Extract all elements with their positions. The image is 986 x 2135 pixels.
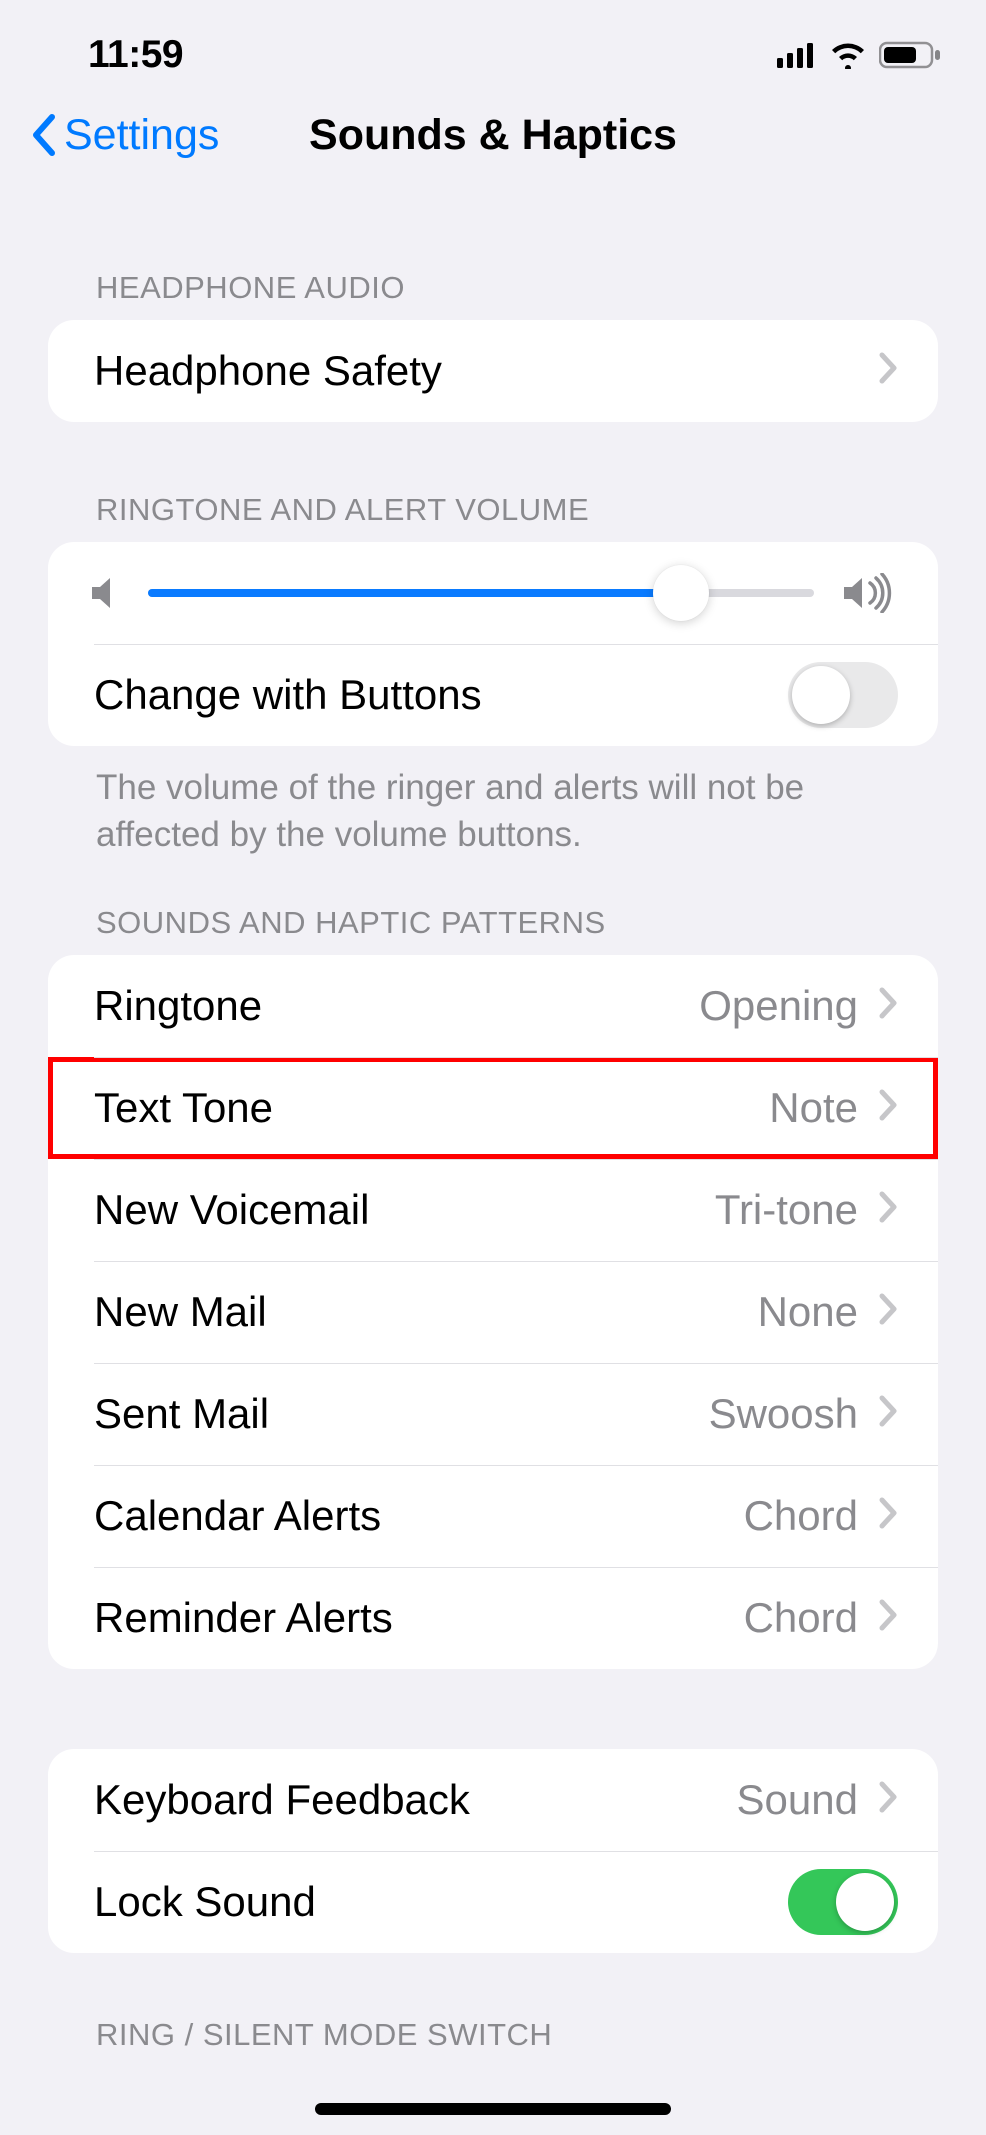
row-value: Opening	[699, 982, 858, 1030]
row-value: None	[758, 1288, 858, 1336]
section-header-ring-silent: RING / SILENT MODE SWITCH	[48, 2017, 938, 2053]
section-header-ringtone-volume: RINGTONE AND ALERT VOLUME	[48, 492, 938, 542]
section-header-sounds-patterns: SOUNDS AND HAPTIC PATTERNS	[48, 905, 938, 955]
row-sent-mail[interactable]: Sent Mail Swoosh	[48, 1363, 938, 1465]
back-label: Settings	[64, 111, 219, 160]
status-icons	[777, 41, 941, 69]
chevron-right-icon	[878, 1288, 898, 1336]
row-label: Reminder Alerts	[94, 1594, 393, 1642]
row-headphone-safety[interactable]: Headphone Safety	[48, 320, 938, 422]
chevron-right-icon	[878, 1492, 898, 1540]
chevron-right-icon	[878, 1776, 898, 1824]
chevron-right-icon	[878, 1390, 898, 1438]
toggle-change-with-buttons[interactable]	[788, 662, 898, 728]
row-change-with-buttons: Change with Buttons	[48, 644, 938, 746]
row-label: Ringtone	[94, 982, 262, 1030]
chevron-right-icon	[878, 982, 898, 1030]
slider-fill	[148, 589, 681, 597]
row-label: Headphone Safety	[94, 347, 442, 395]
volume-low-icon	[90, 576, 120, 610]
group-headphone-audio: Headphone Safety	[48, 320, 938, 422]
group-sounds-patterns: Ringtone Opening Text Tone Note New Voicemai…	[48, 955, 938, 1669]
toggle-lock-sound[interactable]	[788, 1869, 898, 1935]
chevron-left-icon	[30, 113, 60, 157]
footer-change-with-buttons: The volume of the ringer and alerts will…	[48, 746, 938, 859]
group-ringtone-volume: Change with Buttons	[48, 542, 938, 746]
back-button[interactable]: Settings	[30, 111, 219, 160]
toggle-knob	[792, 666, 850, 724]
row-label: New Mail	[94, 1288, 267, 1336]
battery-icon	[879, 41, 941, 69]
chevron-right-icon	[878, 1186, 898, 1234]
row-keyboard-feedback[interactable]: Keyboard Feedback Sound	[48, 1749, 938, 1851]
row-reminder-alerts[interactable]: Reminder Alerts Chord	[48, 1567, 938, 1669]
row-value: Tri-tone	[715, 1186, 858, 1234]
row-value: Chord	[744, 1594, 858, 1642]
row-value: Sound	[737, 1776, 858, 1824]
status-bar: 11:59	[0, 0, 986, 90]
chevron-right-icon	[878, 1594, 898, 1642]
row-label: Text Tone	[94, 1084, 273, 1132]
toggle-knob	[836, 1873, 894, 1931]
row-calendar-alerts[interactable]: Calendar Alerts Chord	[48, 1465, 938, 1567]
row-new-voicemail[interactable]: New Voicemail Tri-tone	[48, 1159, 938, 1261]
slider-thumb[interactable]	[653, 565, 709, 621]
row-value: Chord	[744, 1492, 858, 1540]
chevron-right-icon	[878, 347, 898, 395]
row-value: Note	[769, 1084, 858, 1132]
row-label: Calendar Alerts	[94, 1492, 381, 1540]
volume-high-icon	[842, 573, 896, 613]
row-label: Sent Mail	[94, 1390, 269, 1438]
cellular-icon	[777, 42, 817, 68]
chevron-right-icon	[878, 1084, 898, 1132]
row-label: Lock Sound	[94, 1878, 316, 1926]
row-label: New Voicemail	[94, 1186, 369, 1234]
page-title: Sounds & Haptics	[309, 111, 677, 160]
volume-slider[interactable]	[148, 589, 814, 597]
row-text-tone[interactable]: Text Tone Note	[48, 1057, 938, 1159]
row-label: Change with Buttons	[94, 671, 482, 719]
status-time: 11:59	[88, 33, 183, 77]
row-value: Swoosh	[709, 1390, 858, 1438]
home-indicator[interactable]	[315, 2103, 671, 2115]
row-lock-sound: Lock Sound	[48, 1851, 938, 1953]
row-label: Keyboard Feedback	[94, 1776, 470, 1824]
nav-bar: Settings Sounds & Haptics	[0, 90, 986, 180]
row-ringtone[interactable]: Ringtone Opening	[48, 955, 938, 1057]
section-header-headphone-audio: HEADPHONE AUDIO	[48, 270, 938, 320]
row-new-mail[interactable]: New Mail None	[48, 1261, 938, 1363]
wifi-icon	[829, 41, 867, 69]
group-keyboard-lock: Keyboard Feedback Sound Lock Sound	[48, 1749, 938, 1953]
row-volume-slider	[48, 542, 938, 644]
